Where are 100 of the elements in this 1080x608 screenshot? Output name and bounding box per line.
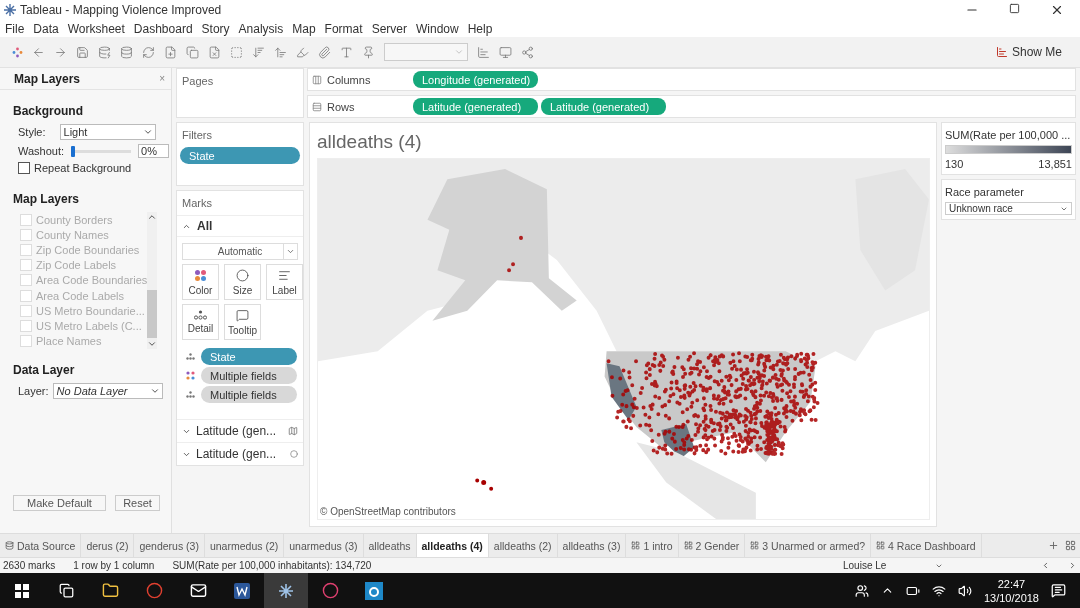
layer-label: Area Code Boundaries	[36, 274, 148, 287]
slider-thumb[interactable]	[71, 145, 76, 157]
duplicate-icon[interactable]	[186, 45, 199, 59]
layer-label: Place Names	[36, 335, 102, 348]
mark-card-button[interactable]: Detail	[182, 304, 219, 340]
scrollbar[interactable]	[147, 212, 158, 349]
arrow-right-icon[interactable]	[54, 45, 67, 59]
style-dropdown[interactable]: Light	[59, 124, 156, 140]
chart-icon[interactable]	[477, 45, 490, 59]
clear-sheet-icon[interactable]	[208, 45, 221, 59]
caret-icon	[454, 47, 464, 57]
document-icon[interactable]	[234, 582, 250, 599]
marks-group-label: All	[197, 219, 213, 233]
new-dashboard-icon[interactable]	[1065, 540, 1076, 551]
scroll-thumb[interactable]	[147, 290, 158, 338]
menu-item[interactable]: Format	[324, 21, 363, 36]
field-pill[interactable]: Multiple fields	[201, 367, 297, 384]
caret-icon	[286, 247, 295, 256]
wifi-icon[interactable]	[931, 583, 946, 598]
database-icon	[5, 541, 14, 550]
arrow-left-icon[interactable]	[32, 45, 45, 59]
legend-title: SUM(Rate per 100,000 ...	[945, 129, 1072, 141]
tableau-logo-icon[interactable]	[278, 582, 294, 599]
presentation-icon[interactable]	[499, 45, 512, 59]
database-icon[interactable]	[120, 45, 133, 59]
close-icon[interactable]	[1050, 3, 1064, 17]
checkbox[interactable]	[18, 162, 30, 174]
menu-item[interactable]: Server	[371, 21, 407, 36]
share-icon[interactable]	[521, 45, 534, 59]
show-me-button[interactable]: Show Me	[989, 44, 1068, 60]
grid-icon	[876, 541, 886, 550]
save-icon[interactable]	[76, 45, 89, 59]
layer-dropdown[interactable]: No Data Layer	[52, 382, 163, 399]
legend-max: 13,851	[1038, 158, 1072, 170]
mark-card-button[interactable]: Tooltip	[224, 304, 261, 340]
next-icon[interactable]	[1068, 561, 1077, 570]
view-title: alldeaths (4)	[317, 131, 423, 153]
clock[interactable]: 22:47 13/10/2018	[983, 576, 1039, 605]
shelf-label: Columns	[327, 73, 371, 86]
grid-icon	[750, 541, 760, 550]
mark-card-button[interactable]: Size	[224, 264, 261, 300]
folder-icon[interactable]	[101, 582, 119, 599]
new-sheet-icon[interactable]	[164, 45, 177, 59]
field-label: Style:	[18, 126, 46, 138]
highlighter-icon[interactable]	[296, 45, 309, 59]
map-icon	[288, 426, 298, 436]
speaker-icon[interactable]	[957, 583, 972, 598]
people-icon[interactable]	[854, 583, 869, 598]
sort-ascending-icon[interactable]	[274, 45, 287, 59]
restore-icon[interactable]	[1009, 3, 1020, 14]
parameter-dropdown[interactable]: Unknown race	[945, 202, 1072, 215]
washout-field[interactable]: 0%	[138, 144, 170, 158]
text-icon[interactable]	[340, 45, 353, 59]
notifications-icon[interactable]	[1051, 583, 1066, 598]
layer-title[interactable]: Latitude (gen...	[196, 424, 283, 438]
mark-card-button[interactable]: Label	[266, 264, 303, 300]
mail-icon[interactable]	[189, 582, 207, 599]
mark-card-button[interactable]: Color	[182, 264, 219, 300]
mark-type-dropdown[interactable]: Automatic	[182, 243, 298, 260]
menu-item[interactable]: Window	[415, 21, 459, 36]
circle-icon	[236, 268, 249, 282]
sheet-tab[interactable]: alldeaths (4)	[416, 534, 489, 557]
map-attribution: © OpenStreetMap contributors	[320, 506, 456, 517]
menu-item[interactable]: Dashboard	[133, 21, 193, 36]
section-heading: Background	[13, 104, 84, 118]
paperclip-icon[interactable]	[318, 45, 331, 59]
scroll-up-icon[interactable]	[147, 212, 158, 222]
panel-button[interactable]: Make Default	[13, 495, 106, 511]
status-text: SUM(Rate per 100,000 inhabitants): 134,720	[172, 560, 372, 571]
menu-item[interactable]: Worksheet	[67, 21, 125, 36]
pin-icon[interactable]	[362, 45, 375, 59]
refresh-icon[interactable]	[142, 45, 155, 59]
panel-button[interactable]: Reset	[115, 495, 160, 511]
layer-label: US Metro Labels (C...	[36, 319, 142, 332]
close-button[interactable]: ×	[159, 73, 165, 84]
tableau-logo-icon[interactable]	[12, 46, 23, 58]
chart-icon	[995, 46, 1008, 58]
status-text: 2630 marks	[3, 560, 56, 571]
previous-icon[interactable]	[1041, 561, 1050, 570]
card-title: Filters	[181, 128, 213, 143]
menu-item[interactable]: Story	[201, 21, 230, 36]
task-view-icon[interactable]	[58, 583, 74, 598]
app-logo-icon	[4, 4, 16, 16]
app-icon[interactable]	[365, 581, 383, 600]
menu-item[interactable]: Help	[467, 21, 493, 36]
grid-icon	[631, 541, 641, 550]
circle-icon	[290, 450, 298, 458]
user-dropdown[interactable]: Louise Le	[843, 560, 943, 571]
layer-title[interactable]: Latitude (gen...	[196, 447, 285, 461]
menu-item[interactable]: Data	[33, 21, 59, 36]
columns-icon	[312, 74, 322, 85]
new-sheet-icon[interactable]	[1048, 540, 1059, 551]
sort-descending-icon[interactable]	[252, 45, 265, 59]
menu-item[interactable]: Analysis	[238, 21, 284, 36]
field-pill[interactable]: Multiple fields	[201, 386, 297, 403]
card-title: Marks	[181, 196, 213, 211]
menu-item[interactable]: File	[5, 21, 25, 36]
windows-logo-icon[interactable]	[15, 583, 29, 598]
menu-item[interactable]: Map	[292, 21, 316, 36]
database-icon[interactable]	[98, 45, 111, 59]
